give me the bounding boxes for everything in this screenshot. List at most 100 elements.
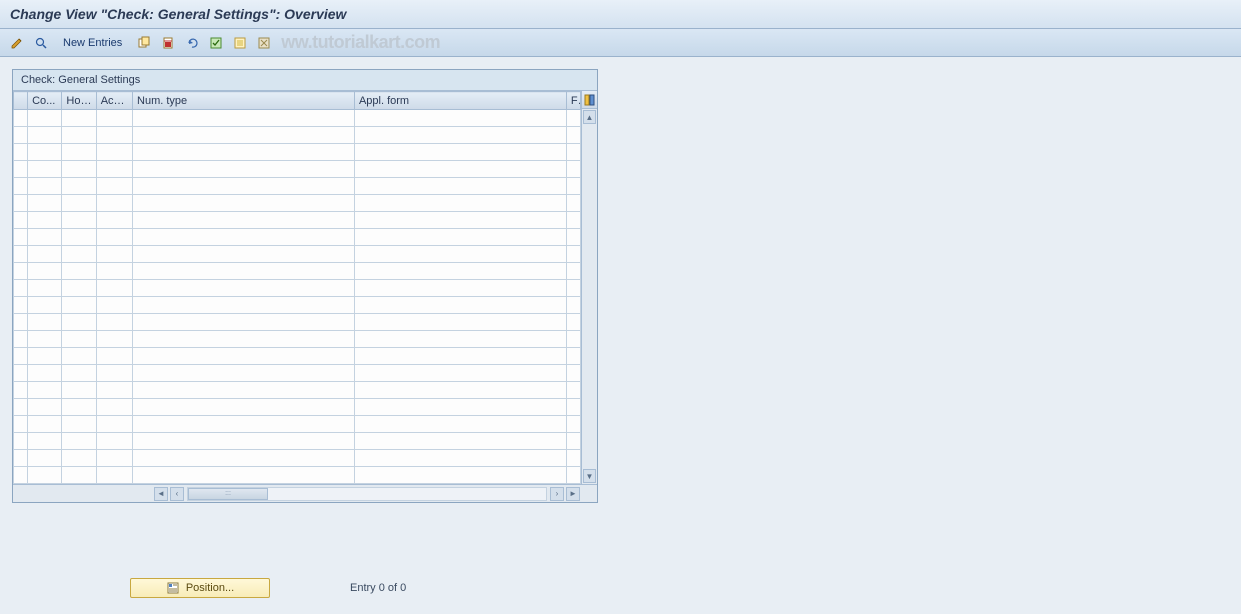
table-cell[interactable]	[566, 110, 580, 127]
table-row[interactable]	[14, 195, 581, 212]
table-cell[interactable]	[28, 127, 62, 144]
deselect-all-icon[interactable]	[255, 34, 273, 52]
table-cell[interactable]	[566, 416, 580, 433]
table-row[interactable]	[14, 382, 581, 399]
row-selector[interactable]	[14, 365, 28, 382]
data-table[interactable]: Co...Hou...Acc...Num. typeAppl. formF	[13, 91, 581, 484]
column-header[interactable]: Num. type	[133, 92, 355, 110]
table-cell[interactable]	[354, 297, 566, 314]
table-cell[interactable]	[354, 399, 566, 416]
row-selector[interactable]	[14, 178, 28, 195]
new-entries-button[interactable]: New Entries	[56, 34, 129, 52]
table-cell[interactable]	[62, 382, 96, 399]
table-cell[interactable]	[28, 314, 62, 331]
column-header[interactable]: Co...	[28, 92, 62, 110]
table-cell[interactable]	[28, 246, 62, 263]
table-cell[interactable]	[28, 161, 62, 178]
table-cell[interactable]	[96, 263, 132, 280]
table-cell[interactable]	[62, 144, 96, 161]
row-selector[interactable]	[14, 195, 28, 212]
table-cell[interactable]	[354, 450, 566, 467]
table-cell[interactable]	[62, 433, 96, 450]
table-cell[interactable]	[133, 280, 355, 297]
table-cell[interactable]	[62, 263, 96, 280]
find-icon[interactable]	[32, 34, 50, 52]
table-cell[interactable]	[28, 229, 62, 246]
table-row[interactable]	[14, 348, 581, 365]
table-row[interactable]	[14, 110, 581, 127]
table-cell[interactable]	[62, 195, 96, 212]
table-cell[interactable]	[566, 297, 580, 314]
table-cell[interactable]	[28, 195, 62, 212]
table-cell[interactable]	[566, 399, 580, 416]
row-selector[interactable]	[14, 399, 28, 416]
row-selector-header[interactable]	[14, 92, 28, 110]
table-cell[interactable]	[133, 467, 355, 484]
table-cell[interactable]	[62, 110, 96, 127]
table-cell[interactable]	[354, 144, 566, 161]
table-cell[interactable]	[96, 144, 132, 161]
copy-as-icon[interactable]	[135, 34, 153, 52]
table-row[interactable]	[14, 467, 581, 484]
table-cell[interactable]	[566, 280, 580, 297]
table-cell[interactable]	[354, 229, 566, 246]
table-cell[interactable]	[566, 229, 580, 246]
table-cell[interactable]	[354, 416, 566, 433]
table-cell[interactable]	[62, 246, 96, 263]
table-cell[interactable]	[566, 314, 580, 331]
select-all-icon[interactable]	[207, 34, 225, 52]
table-cell[interactable]	[354, 195, 566, 212]
table-cell[interactable]	[354, 314, 566, 331]
table-cell[interactable]	[133, 297, 355, 314]
hscroll-track[interactable]: :::	[187, 487, 547, 501]
table-cell[interactable]	[566, 195, 580, 212]
table-cell[interactable]	[566, 144, 580, 161]
column-header[interactable]: Acc...	[96, 92, 132, 110]
table-cell[interactable]	[96, 467, 132, 484]
table-cell[interactable]	[566, 365, 580, 382]
table-row[interactable]	[14, 161, 581, 178]
table-cell[interactable]	[354, 331, 566, 348]
table-cell[interactable]	[566, 161, 580, 178]
table-cell[interactable]	[96, 110, 132, 127]
table-cell[interactable]	[96, 365, 132, 382]
position-button[interactable]: Position...	[130, 578, 270, 598]
row-selector[interactable]	[14, 450, 28, 467]
table-cell[interactable]	[354, 433, 566, 450]
table-cell[interactable]	[354, 127, 566, 144]
column-header[interactable]: Hou...	[62, 92, 96, 110]
hscroll-thumb[interactable]: :::	[188, 488, 268, 500]
table-cell[interactable]	[566, 348, 580, 365]
row-selector[interactable]	[14, 467, 28, 484]
table-cell[interactable]	[566, 178, 580, 195]
table-cell[interactable]	[133, 246, 355, 263]
row-selector[interactable]	[14, 382, 28, 399]
table-cell[interactable]	[28, 263, 62, 280]
row-selector[interactable]	[14, 331, 28, 348]
row-selector[interactable]	[14, 297, 28, 314]
scroll-left-first-icon[interactable]: ◄	[154, 487, 168, 501]
row-selector[interactable]	[14, 144, 28, 161]
table-cell[interactable]	[133, 348, 355, 365]
table-cell[interactable]	[133, 314, 355, 331]
table-cell[interactable]	[96, 297, 132, 314]
table-row[interactable]	[14, 416, 581, 433]
table-cell[interactable]	[62, 399, 96, 416]
row-selector[interactable]	[14, 229, 28, 246]
table-cell[interactable]	[566, 212, 580, 229]
row-selector[interactable]	[14, 280, 28, 297]
table-cell[interactable]	[28, 178, 62, 195]
table-cell[interactable]	[96, 331, 132, 348]
table-cell[interactable]	[354, 348, 566, 365]
select-block-icon[interactable]	[231, 34, 249, 52]
table-cell[interactable]	[566, 127, 580, 144]
table-row[interactable]	[14, 331, 581, 348]
row-selector[interactable]	[14, 246, 28, 263]
table-cell[interactable]	[96, 161, 132, 178]
table-cell[interactable]	[96, 433, 132, 450]
table-cell[interactable]	[133, 127, 355, 144]
table-cell[interactable]	[133, 195, 355, 212]
scroll-right-icon[interactable]: ›	[550, 487, 564, 501]
table-cell[interactable]	[96, 127, 132, 144]
table-cell[interactable]	[566, 467, 580, 484]
